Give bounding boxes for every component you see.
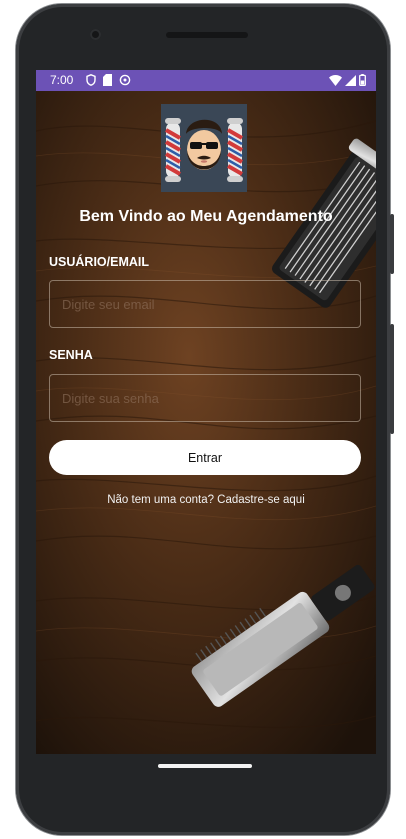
signal-icon: [345, 74, 356, 86]
welcome-title: Bem Vindo ao Meu Agendamento: [79, 208, 333, 225]
wifi-icon: [329, 74, 342, 86]
bearded-man-icon: [186, 119, 222, 170]
sd-card-icon: [103, 74, 112, 86]
home-indicator[interactable]: [158, 764, 252, 768]
barber-pole-right-icon: [227, 118, 243, 182]
status-icons-left: [86, 74, 131, 86]
user-label: USUÁRIO/EMAIL: [49, 255, 149, 269]
power-button: [390, 214, 394, 274]
status-icons-right: [329, 74, 366, 86]
earpiece-speaker: [166, 32, 248, 38]
shield-icon: [86, 74, 96, 86]
battery-icon: [359, 74, 366, 86]
status-bar: 7:00: [36, 70, 376, 91]
app-screen: 7:00 Bem Vindo ao Meu Agendamento USUÁRI…: [36, 70, 376, 754]
barber-logo: [161, 104, 247, 192]
barber-pole-left-icon: [165, 118, 181, 182]
signup-link[interactable]: Não tem uma conta? Cadastre-se aqui: [36, 494, 376, 506]
email-field[interactable]: [49, 280, 361, 328]
front-camera: [90, 29, 101, 40]
password-field[interactable]: [49, 374, 361, 422]
login-button[interactable]: Entrar: [49, 440, 361, 475]
status-time: 7:00: [50, 73, 74, 87]
navigation-bar: [36, 754, 376, 800]
sync-icon: [119, 74, 131, 86]
password-label: SENHA: [49, 348, 93, 362]
volume-button: [390, 324, 394, 434]
